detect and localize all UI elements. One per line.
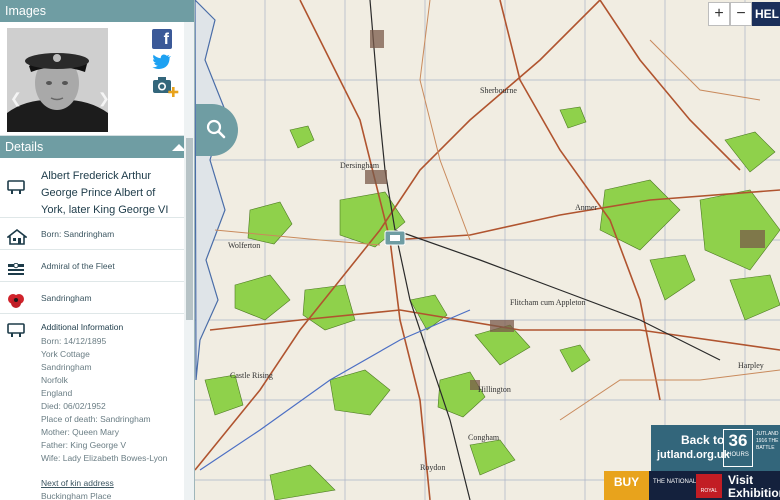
info-line: Born: 14/12/1895 [41,336,107,346]
map-label-sherbourne: Sherbourne [480,86,517,95]
jutland-hours-unit: HOURS [727,452,749,458]
info-line: Mother: Queen Mary [41,427,119,437]
detail-rank-row: Admiral of the Fleet [0,250,184,282]
next-of-kin-address: Buckingham Place [41,491,112,500]
jutland-advert[interactable]: Back to jutland.org.uk 36 HOURS JUTLAND … [651,425,780,471]
info-line: Place of death: Sandringham [41,414,151,424]
zoom-in-button[interactable]: + [708,2,730,26]
map-zoom-controls: + − HEL [708,2,780,26]
info-line: York Cottage [41,349,90,359]
map-label-flitcham: Flitcham cum Appleton [510,298,586,307]
info-line: Father: King George V [41,440,127,450]
memorial-marker-icon[interactable] [384,230,406,246]
additional-info-title: Additional Information [41,322,124,332]
visit-exhibition-label: Visit Exhibition [728,473,780,500]
memorial-stone-icon [7,180,25,200]
detail-born-row: Born: Sandringham [0,218,184,250]
detail-additional-info-row: Additional Information Born: 14/12/1895 … [0,314,184,500]
map-label-castle-rising: Castle Rising [230,371,273,380]
images-header[interactable]: Images [0,0,194,22]
jutland-ad-line1: Back to [681,433,725,447]
search-icon [206,119,226,139]
map-label-dersingham: Dersingham [340,161,380,170]
help-button[interactable]: HEL [752,2,780,26]
national-museum-advert[interactable]: THE NATIONAL ROYAL Visit Exhibition [649,471,780,500]
prev-image-chevron-icon[interactable]: ❮ [10,90,22,107]
info-line: Wife: Lady Elizabeth Bowes-Lyon [41,453,168,463]
rank-text: Admiral of the Fleet [41,261,115,271]
twitter-icon[interactable] [152,54,172,75]
map-label-hillington: Hillington [478,385,511,394]
add-photo-camera-icon[interactable] [152,75,180,104]
detail-name-row: Albert Frederick Arthur George Prince Al… [0,136,184,218]
info-line: Norfolk [41,375,68,385]
next-of-kin-link[interactable]: Next of kin address [41,477,178,490]
map-label-anmer: Anmer [575,203,598,212]
next-image-chevron-icon[interactable]: ❯ [98,90,110,107]
map-label-harpley: Harpley [738,361,764,370]
sidebar: Images ❮ ❯ f Details Albert Frederick Ar… [0,0,195,500]
zoom-out-button[interactable]: − [730,2,752,26]
memorial-stone-icon [7,323,25,341]
details-list: Albert Frederick Arthur George Prince Al… [0,136,184,500]
person-name: Albert Frederick Arthur George Prince Al… [41,170,169,216]
map-search-button[interactable] [196,104,238,156]
buy-button[interactable]: BUY [604,471,649,500]
detail-memorial-row[interactable]: Sandringham [0,282,184,314]
map-label-roydon: Roydon [420,463,445,472]
jutland-hours-badge: 36 HOURS [723,429,753,467]
info-line: Sandringham [41,362,92,372]
jutland-ad-small: JUTLAND 1916 THE BATTLE [756,431,779,451]
portrait-image [7,28,108,132]
map-label-wolferton: Wolferton [228,241,260,250]
portrait-photo[interactable] [7,28,108,132]
jutland-hours-number: 36 [728,431,748,450]
map-label-congham: Congham [468,433,500,442]
images-heading: Images [5,4,46,18]
royal-navy-logo: ROYAL [696,474,722,498]
memorial-text: Sandringham [41,293,92,303]
born-text: Born: Sandringham [41,229,115,239]
facebook-icon[interactable]: f [152,29,172,49]
jutland-ad-line2: jutland.org.uk [657,449,730,461]
sidebar-scrollbar[interactable] [184,22,194,500]
info-line: England [41,388,73,398]
info-line: Died: 06/02/1952 [41,401,106,411]
scrollbar-thumb[interactable] [186,138,193,320]
images-panel: ❮ ❯ f [0,22,194,136]
national-ad-label: THE NATIONAL [653,479,697,485]
